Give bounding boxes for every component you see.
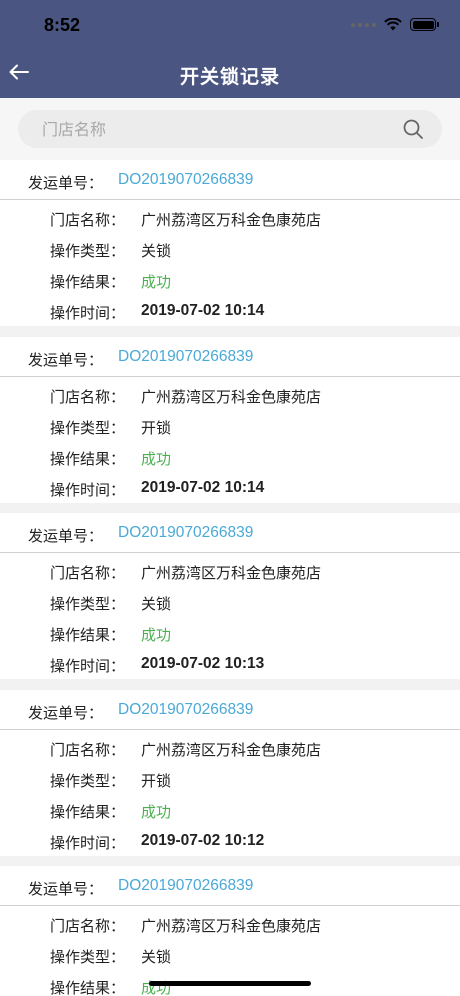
record-list: 发运单号： DO2019070266839 门店名称： 广州荔湾区万科金色康苑店 …: [0, 160, 460, 996]
op-result-row: 操作结果： 成功: [0, 448, 460, 470]
record-card[interactable]: 发运单号： DO2019070266839 门店名称： 广州荔湾区万科金色康苑店 …: [0, 160, 460, 326]
op-time-label: 操作时间：: [50, 480, 126, 499]
store-name-row: 门店名称： 广州荔湾区万科金色康苑店: [0, 739, 460, 761]
store-name-row: 门店名称： 广州荔湾区万科金色康苑店: [0, 209, 460, 231]
op-type-row: 操作类型： 关锁: [0, 240, 460, 262]
shipment-no-label: 发运单号：: [28, 527, 104, 545]
status-bar: 8:52: [0, 0, 460, 50]
shipment-no-label: 发运单号：: [28, 703, 104, 722]
op-result-value: 成功: [141, 449, 172, 468]
store-name-label: 门店名称：: [50, 564, 126, 582]
op-result-row: 操作结果： 成功: [0, 801, 460, 823]
store-name-label: 门店名称：: [50, 211, 126, 229]
op-type-label: 操作类型：: [50, 948, 126, 966]
page-title: 开关锁记录: [179, 66, 280, 88]
record-card-header: 发运单号： DO2019070266839: [0, 690, 460, 730]
op-time-value: 2019-07-02 10:12: [141, 831, 265, 849]
home-indicator[interactable]: [149, 981, 311, 986]
store-name-row: 门店名称： 广州荔湾区万科金色康苑店: [0, 386, 460, 408]
op-time-label: 操作时间：: [50, 657, 126, 675]
store-name-label: 门店名称：: [50, 917, 126, 935]
op-result-row: 操作结果： 成功: [0, 977, 460, 996]
nav-bar: 开关锁记录: [0, 50, 460, 98]
op-result-value: 成功: [141, 626, 172, 644]
store-name-value: 广州荔湾区万科金色康苑店: [141, 740, 322, 759]
battery-icon: [410, 18, 439, 31]
store-name-value: 广州荔湾区万科金色康苑店: [141, 564, 322, 582]
op-type-value: 关锁: [141, 948, 172, 966]
search-icon[interactable]: [402, 118, 424, 140]
op-result-label: 操作结果：: [50, 626, 126, 644]
op-type-row: 操作类型： 关锁: [0, 946, 460, 968]
shipment-no-label: 发运单号：: [28, 174, 104, 192]
op-result-row: 操作结果： 成功: [0, 271, 460, 293]
op-type-label: 操作类型：: [50, 771, 126, 790]
op-time-value: 2019-07-02 10:14: [141, 302, 265, 319]
op-result-row: 操作结果： 成功: [0, 624, 460, 646]
op-result-value: 成功: [141, 273, 172, 291]
op-result-label: 操作结果：: [50, 802, 126, 821]
record-card[interactable]: 发运单号： DO2019070266839 门店名称： 广州荔湾区万科金色康苑店 …: [0, 866, 460, 996]
search-box[interactable]: [18, 110, 442, 148]
store-name-value: 广州荔湾区万科金色康苑店: [141, 917, 322, 935]
shipment-no-label: 发运单号：: [28, 350, 104, 369]
cellular-signal-icon: [351, 22, 376, 27]
shipment-no-value: DO2019070266839: [118, 347, 254, 365]
op-type-label: 操作类型：: [50, 595, 126, 613]
store-name-label: 门店名称：: [50, 387, 126, 406]
record-card[interactable]: 发运单号： DO2019070266839 门店名称： 广州荔湾区万科金色康苑店 …: [0, 336, 460, 503]
status-icons: [351, 18, 439, 31]
record-card-header: 发运单号： DO2019070266839: [0, 513, 460, 553]
op-time-value: 2019-07-02 10:14: [141, 478, 265, 496]
op-result-label: 操作结果：: [50, 979, 126, 996]
op-result-label: 操作结果：: [50, 449, 126, 468]
op-time-label: 操作时间：: [50, 833, 126, 852]
record-card[interactable]: 发运单号： DO2019070266839 门店名称： 广州荔湾区万科金色康苑店 …: [0, 513, 460, 679]
op-type-row: 操作类型： 开锁: [0, 770, 460, 792]
header: 8:52 开关锁记录: [0, 0, 460, 98]
wifi-icon: [384, 18, 402, 31]
op-type-value: 关锁: [141, 242, 172, 260]
shipment-no-value: DO2019070266839: [118, 877, 254, 894]
op-time-row: 操作时间： 2019-07-02 10:13: [0, 655, 460, 677]
op-type-row: 操作类型： 关锁: [0, 593, 460, 615]
op-type-label: 操作类型：: [50, 418, 126, 437]
shipment-no-value: DO2019070266839: [118, 524, 254, 541]
shipment-no-label: 发运单号：: [28, 880, 104, 898]
search-bar: [0, 98, 460, 160]
record-card-header: 发运单号： DO2019070266839: [0, 866, 460, 906]
search-input[interactable]: [42, 110, 402, 148]
record-card-header: 发运单号： DO2019070266839: [0, 160, 460, 200]
op-result-label: 操作结果：: [50, 273, 126, 291]
op-result-value: 成功: [141, 802, 172, 821]
op-result-value: 成功: [141, 979, 172, 996]
record-card[interactable]: 发运单号： DO2019070266839 门店名称： 广州荔湾区万科金色康苑店 …: [0, 689, 460, 856]
op-time-row: 操作时间： 2019-07-02 10:12: [0, 832, 460, 854]
store-name-value: 广州荔湾区万科金色康苑店: [141, 211, 322, 229]
op-type-value: 开锁: [141, 418, 172, 437]
op-type-value: 开锁: [141, 771, 172, 790]
op-type-value: 关锁: [141, 595, 172, 613]
shipment-no-value: DO2019070266839: [118, 171, 254, 188]
shipment-no-value: DO2019070266839: [118, 700, 254, 718]
store-name-row: 门店名称： 广州荔湾区万科金色康苑店: [0, 915, 460, 937]
store-name-row: 门店名称： 广州荔湾区万科金色康苑店: [0, 562, 460, 584]
status-time: 8:52: [44, 15, 81, 35]
op-time-row: 操作时间： 2019-07-02 10:14: [0, 302, 460, 324]
op-time-row: 操作时间： 2019-07-02 10:14: [0, 479, 460, 501]
op-time-label: 操作时间：: [50, 304, 126, 322]
store-name-value: 广州荔湾区万科金色康苑店: [141, 387, 322, 406]
op-type-label: 操作类型：: [50, 242, 126, 260]
record-card-header: 发运单号： DO2019070266839: [0, 337, 460, 377]
op-time-value: 2019-07-02 10:13: [141, 655, 265, 672]
store-name-label: 门店名称：: [50, 740, 126, 759]
op-type-row: 操作类型： 开锁: [0, 417, 460, 439]
